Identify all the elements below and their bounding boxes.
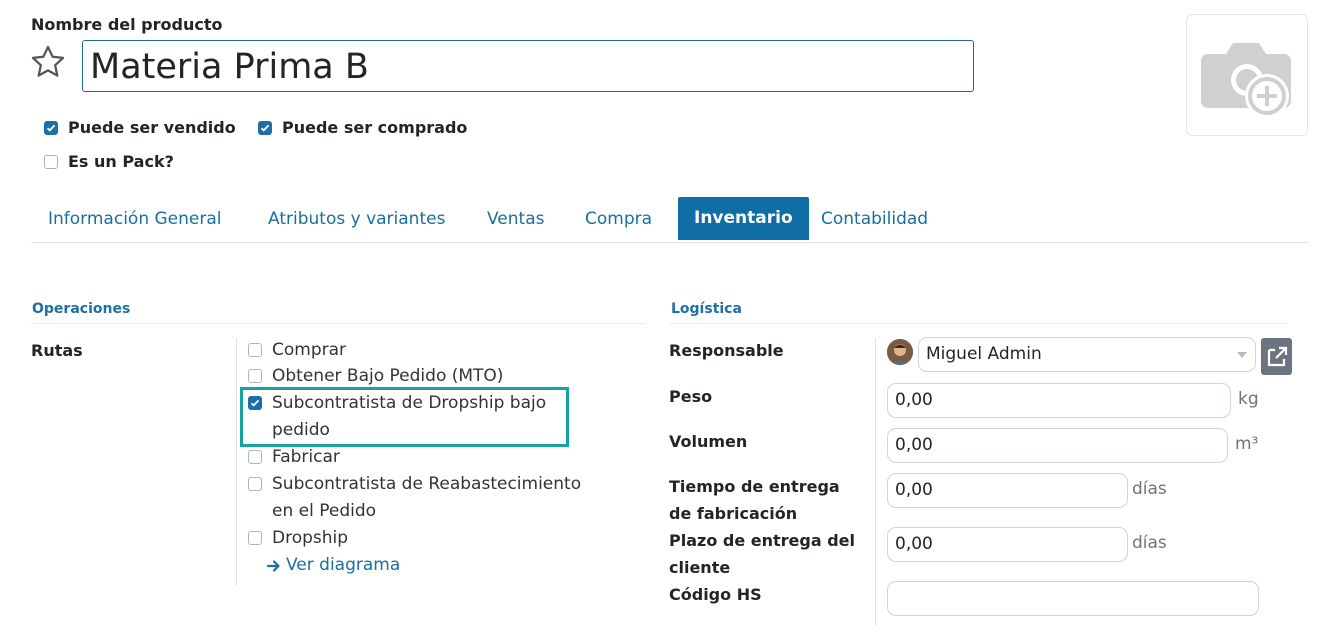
tiempo-entrega-unit: días xyxy=(1132,479,1167,499)
checkbox[interactable] xyxy=(258,120,272,135)
plazo-entrega-label: Plazo de entrega del cliente xyxy=(669,531,855,577)
route-mto[interactable]: Obtener Bajo Pedido (MTO) xyxy=(248,363,608,390)
notebook-tabs: Información General Atributos y variante… xyxy=(31,197,1309,243)
product-name-label: Nombre del producto xyxy=(31,15,223,34)
route-label: Comprar xyxy=(272,340,347,360)
route-label: Subcontratista de Reabastecimiento en el… xyxy=(272,474,582,521)
option-label: Puede ser vendido xyxy=(68,118,236,137)
tab-compra[interactable]: Compra xyxy=(585,197,652,240)
volumen-label: Volumen xyxy=(669,432,748,451)
plazo-entrega-unit: días xyxy=(1132,533,1167,553)
star-icon[interactable] xyxy=(29,43,67,81)
option-puede-ser-vendido[interactable]: Puede ser vendido xyxy=(44,118,236,137)
responsable-select[interactable]: Miguel Admin xyxy=(918,337,1256,372)
responsable-value: Miguel Admin xyxy=(926,344,1042,364)
product-image-upload[interactable] xyxy=(1186,14,1308,136)
option-label: Es un Pack? xyxy=(68,152,174,171)
camera-add-icon xyxy=(1201,43,1291,118)
checkbox[interactable] xyxy=(44,120,58,135)
highlight-box xyxy=(240,387,569,447)
avatar xyxy=(887,339,913,365)
ver-diagrama-link[interactable]: Ver diagrama xyxy=(248,552,608,579)
plazo-entrega-input[interactable]: 0,00 xyxy=(887,527,1128,562)
tiempo-entrega-input[interactable]: 0,00 xyxy=(887,473,1128,508)
tab-atributos-variantes[interactable]: Atributos y variantes xyxy=(268,197,445,240)
routes-list: Comprar Obtener Bajo Pedido (MTO) Subcon… xyxy=(248,337,608,579)
field-divider xyxy=(236,338,237,586)
checkbox[interactable] xyxy=(248,450,262,464)
section-divider xyxy=(31,323,645,324)
section-title-logistica: Logística xyxy=(671,301,742,317)
link-label: Ver diagrama xyxy=(286,555,401,575)
route-label: Dropship xyxy=(272,528,349,548)
tab-contabilidad[interactable]: Contabilidad xyxy=(821,197,928,240)
field-divider xyxy=(875,338,876,626)
route-dropship[interactable]: Dropship xyxy=(248,525,608,552)
tab-informacion-general[interactable]: Información General xyxy=(48,197,222,240)
option-puede-ser-comprado[interactable]: Puede ser comprado xyxy=(258,118,467,137)
checkbox[interactable] xyxy=(248,343,262,357)
checkbox[interactable] xyxy=(248,531,262,545)
checkbox[interactable] xyxy=(44,154,58,169)
checkbox[interactable] xyxy=(248,477,262,491)
route-fabricar[interactable]: Fabricar xyxy=(248,444,608,471)
section-title-operaciones: Operaciones xyxy=(32,301,131,317)
option-es-un-pack[interactable]: Es un Pack? xyxy=(44,152,174,171)
chevron-down-icon xyxy=(1237,352,1247,358)
external-link-button[interactable] xyxy=(1261,338,1292,375)
arrow-right-icon xyxy=(266,560,280,572)
external-link-icon xyxy=(1267,346,1288,367)
checkbox[interactable] xyxy=(248,369,262,383)
section-divider xyxy=(670,323,1288,324)
tiempo-entrega-label: Tiempo de entrega de fabricación xyxy=(669,477,840,523)
tab-ventas[interactable]: Ventas xyxy=(487,197,544,240)
route-label: Obtener Bajo Pedido (MTO) xyxy=(272,366,504,386)
codigo-hs-input[interactable] xyxy=(887,581,1259,616)
codigo-hs-label: Código HS xyxy=(669,585,762,604)
peso-label: Peso xyxy=(669,387,713,406)
responsable-label: Responsable xyxy=(669,341,784,360)
tab-inventario[interactable]: Inventario xyxy=(678,197,809,240)
volumen-input[interactable]: 0,00 xyxy=(887,428,1228,463)
product-name-input[interactable]: Materia Prima B xyxy=(82,40,974,92)
option-label: Puede ser comprado xyxy=(282,118,468,137)
route-label: Fabricar xyxy=(272,447,340,467)
volumen-unit: m³ xyxy=(1235,434,1259,454)
route-subcontratista-reabastecimiento[interactable]: Subcontratista de Reabastecimiento en el… xyxy=(248,471,598,525)
route-comprar[interactable]: Comprar xyxy=(248,337,608,364)
peso-unit: kg xyxy=(1238,389,1259,409)
rutas-label: Rutas xyxy=(31,341,83,360)
peso-input[interactable]: 0,00 xyxy=(887,383,1231,418)
